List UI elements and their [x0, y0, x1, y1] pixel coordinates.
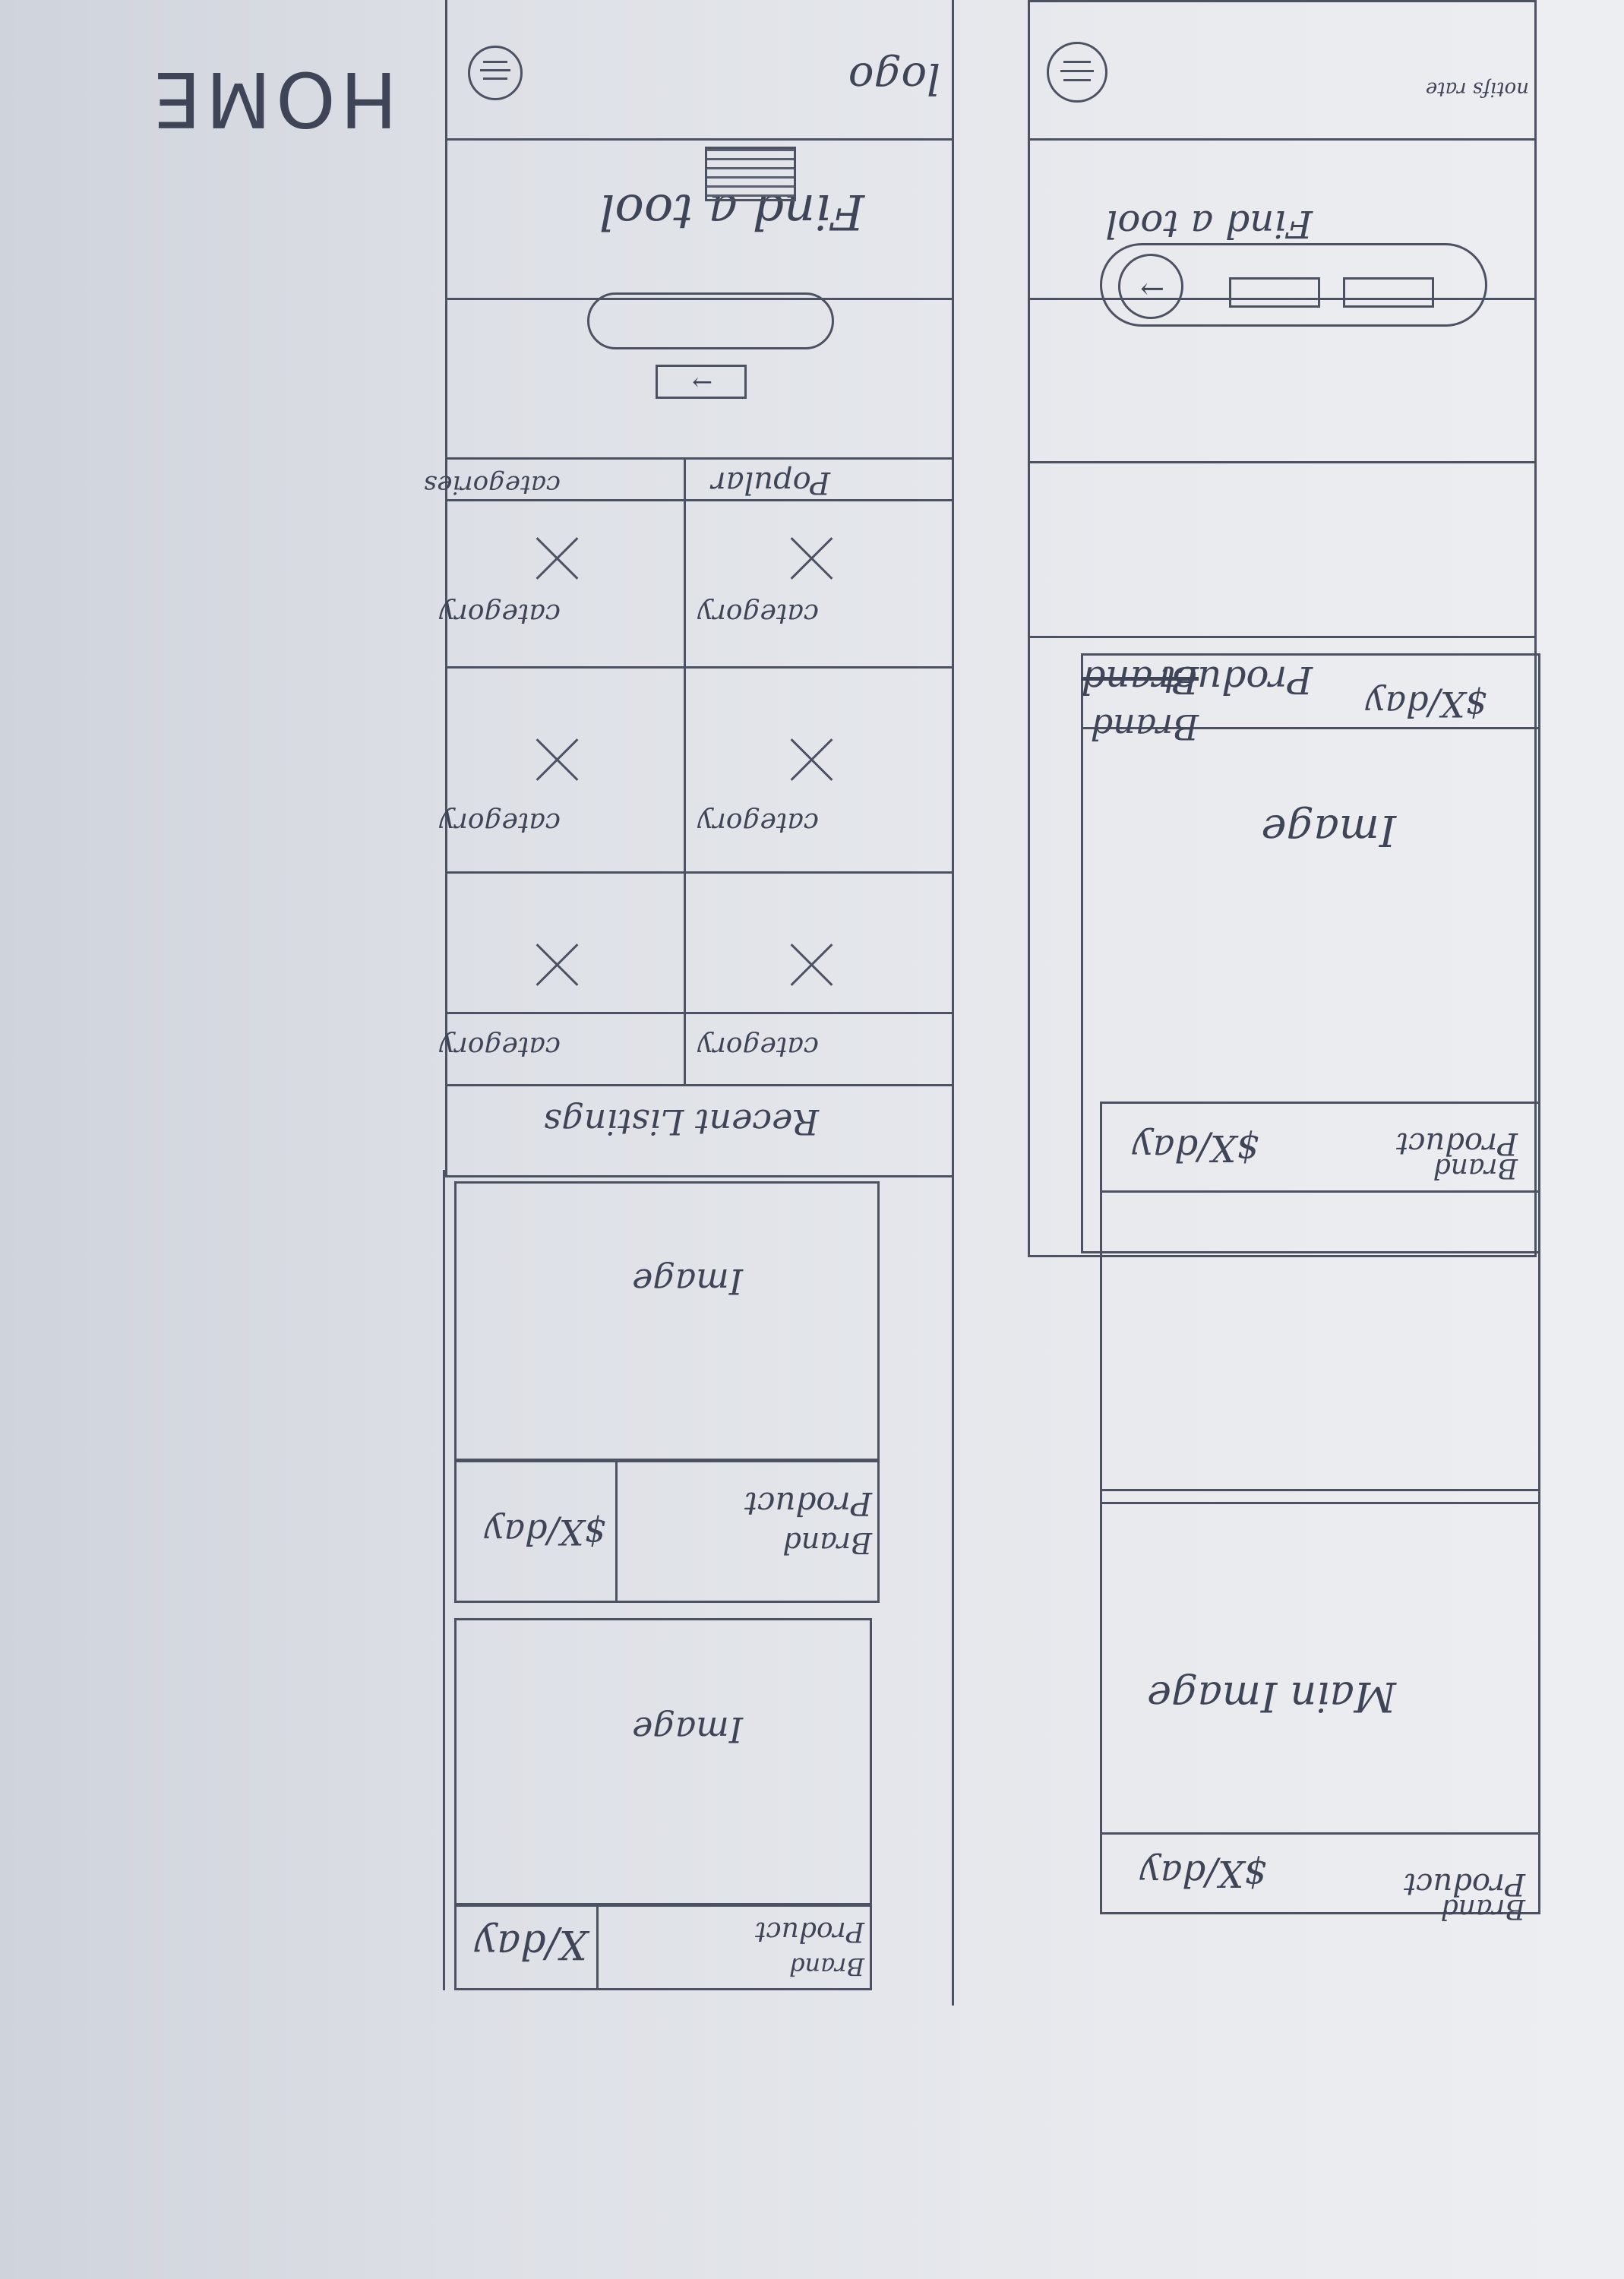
- category-label[interactable]: category: [439, 807, 561, 838]
- category-placeholder-icon: [788, 942, 834, 988]
- main-image: Main Image: [1147, 1673, 1396, 1721]
- popular-heading-right: categories: [423, 469, 561, 500]
- arrow-right-icon: →: [692, 368, 712, 397]
- listing-price: $X/day: [484, 1512, 606, 1553]
- listing-image: Image: [632, 1261, 743, 1302]
- listing-product: Product: [755, 1916, 864, 1947]
- category-label[interactable]: category: [697, 1031, 819, 1062]
- menu-icon[interactable]: [1047, 42, 1107, 103]
- search-banner: [705, 147, 796, 201]
- arrow-right-icon: →: [1140, 273, 1164, 306]
- menu-icon[interactable]: [468, 46, 523, 100]
- filter-chip[interactable]: [1343, 277, 1434, 308]
- filter-chip[interactable]: [1229, 277, 1320, 308]
- logo[interactable]: logo: [848, 53, 940, 103]
- category-label[interactable]: category: [697, 807, 819, 838]
- featured-image: Image: [1261, 805, 1396, 855]
- category-placeholder-icon: [788, 737, 834, 782]
- listing-price: $X/day: [1132, 1127, 1259, 1169]
- page-title: HOME: [148, 55, 397, 144]
- listing-brand: Brand: [782, 1526, 872, 1560]
- search-title: Find a tool: [1105, 202, 1313, 246]
- category-label[interactable]: category: [439, 598, 561, 629]
- listing-image: Image: [632, 1709, 743, 1750]
- popular-heading-left: Popular: [711, 465, 830, 500]
- listing-price: $X/day: [1139, 1852, 1267, 1895]
- listing-product: Product: [744, 1485, 872, 1522]
- header-notes: notifs rate: [1425, 77, 1529, 100]
- frame-edge: [443, 1170, 445, 1990]
- listing-brand: Brand: [1440, 1893, 1525, 1924]
- frame-edge: [952, 1170, 954, 2006]
- sketch-sheet: HOME logo Find a tool → Popular categori…: [0, 0, 1624, 2279]
- featured-brand: Brand: [1090, 706, 1199, 748]
- category-placeholder-icon: [788, 536, 834, 581]
- search-input[interactable]: [587, 292, 834, 349]
- category-label[interactable]: category: [697, 598, 819, 629]
- recent-listings-heading: Recent Listings: [543, 1102, 819, 1143]
- listing-brand: Brand: [1433, 1152, 1518, 1184]
- listing-brand: Brand: [789, 1952, 864, 1981]
- mobile-frame: [445, 0, 954, 1177]
- category-label[interactable]: category: [439, 1031, 561, 1062]
- listing-price: X/day: [474, 1921, 587, 1967]
- featured-product: Product: [1161, 658, 1313, 702]
- listing-card[interactable]: [454, 1618, 872, 1907]
- listing-card[interactable]: [454, 1181, 880, 1462]
- category-placeholder-icon: [534, 737, 580, 782]
- featured-price: $X/day: [1365, 684, 1487, 725]
- category-placeholder-icon: [534, 536, 580, 581]
- wireframe-canvas: HOME logo Find a tool → Popular categori…: [0, 0, 1624, 2279]
- category-placeholder-icon: [534, 942, 580, 988]
